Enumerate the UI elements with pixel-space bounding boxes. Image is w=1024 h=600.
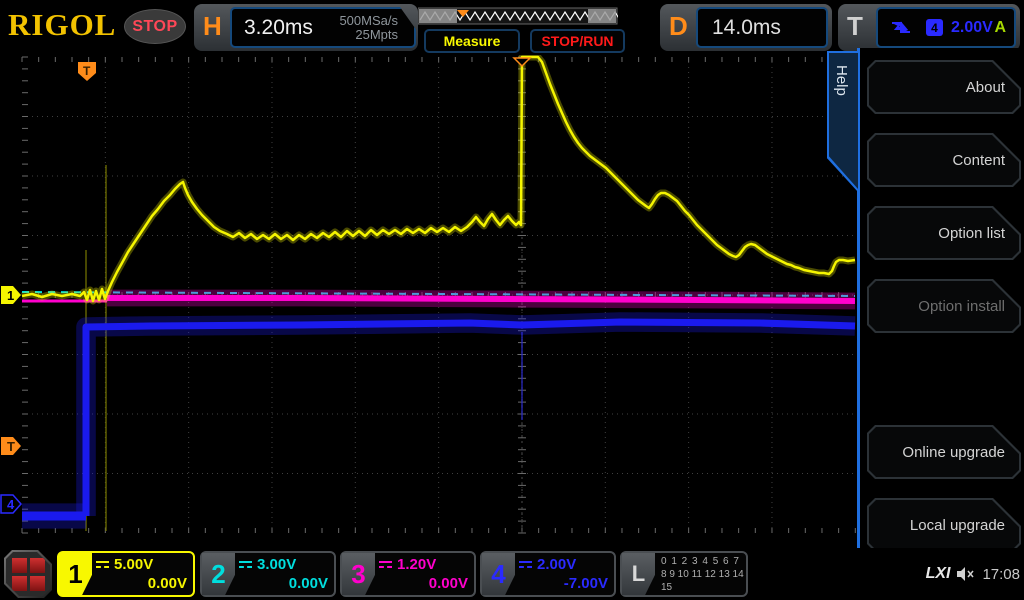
channel-1-scale: 5.00V bbox=[114, 556, 154, 573]
channel-2-tab: 2 bbox=[202, 553, 235, 595]
oscilloscope-screen: 1 T 4 T RIGOL STOP H 3.20ms 500MSa/s 25Mpts… bbox=[0, 0, 1024, 600]
logic-tab: L bbox=[622, 553, 655, 595]
delay-group[interactable]: D 14.0ms bbox=[660, 4, 832, 51]
menu-grid-icon[interactable] bbox=[4, 550, 52, 598]
channel-3-scale: 1.20V bbox=[397, 556, 437, 573]
menu-button-about[interactable]: About bbox=[867, 60, 1021, 114]
delay-label: D bbox=[669, 11, 688, 41]
menu-button-content[interactable]: Content bbox=[867, 133, 1021, 187]
help-menu-panel: About Content Option list Option install… bbox=[857, 48, 1024, 558]
logic-channels-box[interactable]: L 0 1 2 3 4 5 6 7 8 9 10 11 12 13 14 15 bbox=[620, 551, 748, 597]
measure-button[interactable]: Measure bbox=[424, 29, 520, 53]
svg-text:T: T bbox=[7, 439, 15, 454]
trigger-position-marker bbox=[512, 57, 532, 68]
memory-position-bar[interactable] bbox=[418, 7, 618, 27]
trigger-mode: A bbox=[994, 18, 1006, 36]
channel-2-scale: 3.00V bbox=[257, 556, 297, 573]
menu-button-online-upgrade[interactable]: Online upgrade bbox=[867, 425, 1021, 479]
help-tab-label: Help bbox=[833, 65, 850, 96]
speaker-muted-icon bbox=[957, 567, 975, 581]
top-status-bar: RIGOL STOP H 3.20ms 500MSa/s 25Mpts Meas… bbox=[0, 0, 1024, 55]
rigol-logo: RIGOL bbox=[8, 7, 117, 42]
delay-value: 14.0ms bbox=[712, 15, 781, 39]
channel-2-offset: 0.00V bbox=[288, 575, 328, 592]
channel-1-tab: 1 bbox=[59, 553, 92, 595]
clock: 17:08 bbox=[982, 565, 1020, 583]
channel-1-box[interactable]: 1 5.00V 0.00V bbox=[57, 551, 195, 597]
channel-3-offset: 0.00V bbox=[428, 575, 468, 592]
channel-2-box[interactable]: 2 3.00V 0.00V bbox=[200, 551, 336, 597]
channel-4-tab: 4 bbox=[482, 553, 515, 595]
horizontal-timebase-group[interactable]: H 3.20ms 500MSa/s 25Mpts bbox=[194, 4, 418, 51]
dc-coupling-icon bbox=[96, 561, 109, 568]
trigger-source-badge: 4 bbox=[926, 19, 943, 36]
trigger-level: 2.00V bbox=[951, 18, 993, 36]
channel-3-box[interactable]: 3 1.20V 0.00V bbox=[340, 551, 476, 597]
run-state-badge: STOP bbox=[124, 9, 186, 44]
timebase-value: 3.20ms bbox=[244, 15, 313, 39]
channel-4-scale: 2.00V bbox=[537, 556, 577, 573]
trigger-label: T bbox=[847, 11, 863, 41]
svg-text:T: T bbox=[83, 64, 91, 78]
svg-text:1: 1 bbox=[7, 288, 14, 303]
delay-panel: 14.0ms bbox=[696, 7, 828, 48]
falling-edge-trigger-icon bbox=[892, 20, 910, 33]
horizontal-panel: 3.20ms 500MSa/s 25Mpts bbox=[230, 7, 416, 48]
lxi-indicator: LXI bbox=[925, 565, 951, 582]
svg-text:4: 4 bbox=[7, 497, 15, 512]
logic-row-1: 0 1 2 3 4 5 6 7 bbox=[661, 555, 740, 567]
trigger-panel: 4 2.00V A bbox=[876, 7, 1016, 48]
channel-1-offset: 0.00V bbox=[147, 575, 187, 592]
channel-4-offset: -7.00V bbox=[563, 575, 608, 592]
horizontal-label: H bbox=[203, 11, 222, 41]
dc-coupling-icon bbox=[239, 561, 252, 568]
logic-row-2: 8 9 10 11 12 13 14 15 bbox=[661, 568, 744, 593]
trigger-group[interactable]: T 4 2.00V A bbox=[838, 4, 1020, 51]
dc-coupling-icon bbox=[379, 561, 392, 568]
channel-3-tab: 3 bbox=[342, 553, 375, 595]
menu-button-local-upgrade[interactable]: Local upgrade bbox=[867, 498, 1021, 552]
menu-button-option-install: Option install bbox=[867, 279, 1021, 333]
menu-button-option-list[interactable]: Option list bbox=[867, 206, 1021, 260]
bottom-channel-bar: 1 5.00V 0.00V 2 3.00V 0.00V 3 1.20V 0.00… bbox=[0, 548, 1024, 600]
channel-4-box[interactable]: 4 2.00V -7.00V bbox=[480, 551, 616, 597]
sample-rate: 500MSa/s 25Mpts bbox=[339, 12, 398, 42]
stop-run-button[interactable]: STOP/RUN bbox=[530, 29, 625, 53]
dc-coupling-icon bbox=[519, 561, 532, 568]
